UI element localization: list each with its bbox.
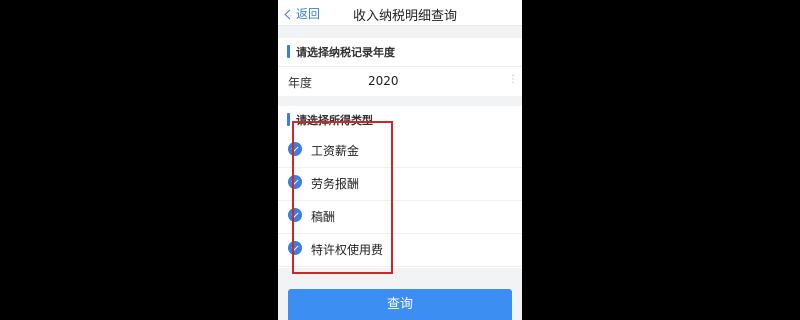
- income-type-label: 稿酬: [311, 210, 336, 224]
- more-indicator-icon: ⋮: [508, 74, 518, 85]
- year-selector-row[interactable]: 年度 2020 ⋮: [278, 66, 522, 96]
- type-section-title: 请选择所得类型: [296, 114, 373, 127]
- checkbox-checked-icon[interactable]: [288, 241, 302, 255]
- income-type-label: 劳务报酬: [311, 177, 360, 191]
- type-section-header: 请选择所得类型: [278, 106, 522, 134]
- year-label: 年度: [288, 76, 313, 90]
- checkbox-checked-icon[interactable]: [288, 142, 302, 156]
- spacer: [278, 26, 522, 38]
- checkbox-checked-icon[interactable]: [288, 175, 302, 189]
- spacer: [278, 96, 522, 106]
- section-accent-bar: [287, 45, 290, 58]
- income-type-item-labor[interactable]: 劳务报酬: [278, 167, 522, 201]
- navigation-bar: 返回 收入纳税明细查询: [278, 0, 522, 26]
- page-title: 收入纳税明细查询: [352, 9, 457, 24]
- income-type-label: 工资薪金: [311, 144, 360, 158]
- query-button[interactable]: 查询: [288, 289, 512, 320]
- section-accent-bar: [287, 113, 290, 126]
- income-type-item-royalties[interactable]: 稿酬: [278, 200, 522, 234]
- spacer: [278, 268, 522, 289]
- year-section-title: 请选择纳税记录年度: [296, 46, 395, 59]
- year-section-header: 请选择纳税记录年度: [278, 38, 522, 66]
- year-value[interactable]: 2020: [368, 74, 399, 88]
- checkbox-checked-icon[interactable]: [288, 208, 302, 222]
- income-type-item-wages[interactable]: 工资薪金: [278, 134, 522, 168]
- income-type-label: 特许权使用费: [311, 243, 384, 257]
- income-type-list: 工资薪金 劳务报酬 稿酬 特许权使用费: [278, 134, 522, 268]
- income-type-item-franchise[interactable]: 特许权使用费: [278, 233, 522, 267]
- phone-screen: 返回 收入纳税明细查询 请选择纳税记录年度 年度 2020 ⋮ 请选择所得类型 …: [278, 0, 522, 320]
